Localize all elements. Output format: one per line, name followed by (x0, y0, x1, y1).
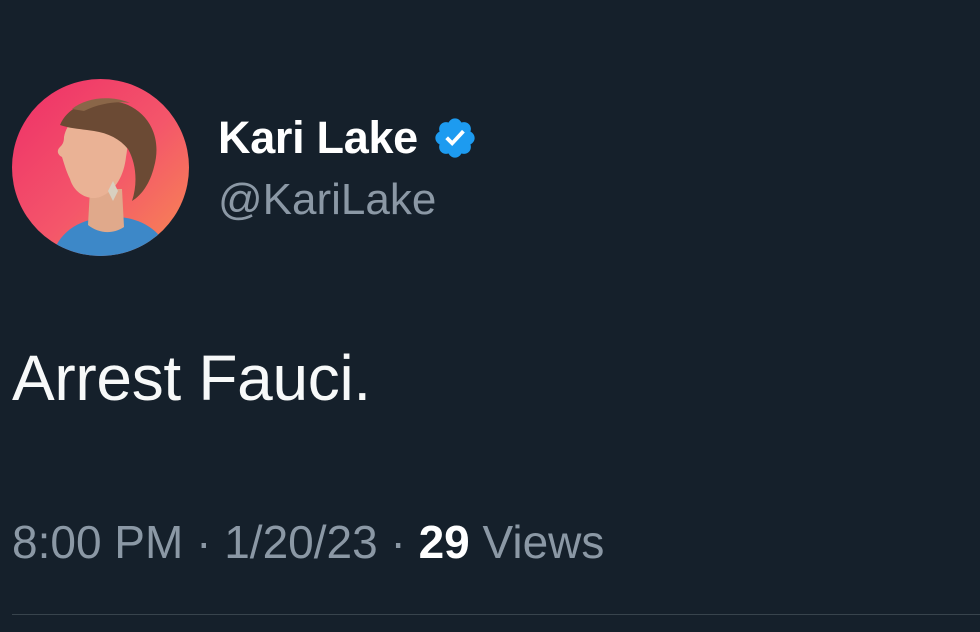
display-name[interactable]: Kari Lake (218, 112, 418, 164)
views-count: 29 (418, 516, 470, 568)
divider (12, 614, 980, 615)
author-name-row[interactable]: Kari Lake (218, 112, 478, 164)
tweet-time[interactable]: 8:00 PM (12, 516, 183, 568)
tweet-meta: 8:00 PM · 1/20/23 · 29 Views (12, 514, 604, 570)
verified-badge-icon[interactable] (432, 115, 478, 161)
avatar-image (12, 79, 189, 256)
author-block: Kari Lake @KariLake (218, 112, 478, 226)
tweet-date[interactable]: 1/20/23 (224, 516, 377, 568)
author-handle[interactable]: @KariLake (218, 174, 478, 226)
views-label: Views (482, 516, 605, 568)
meta-separator: · (390, 516, 406, 568)
tweet-text: Arrest Fauci. (12, 342, 371, 414)
tweet-card: Kari Lake @KariLake Arrest Fauci. 8:00 P… (0, 0, 980, 632)
meta-separator: · (196, 516, 212, 568)
avatar[interactable] (12, 79, 189, 256)
